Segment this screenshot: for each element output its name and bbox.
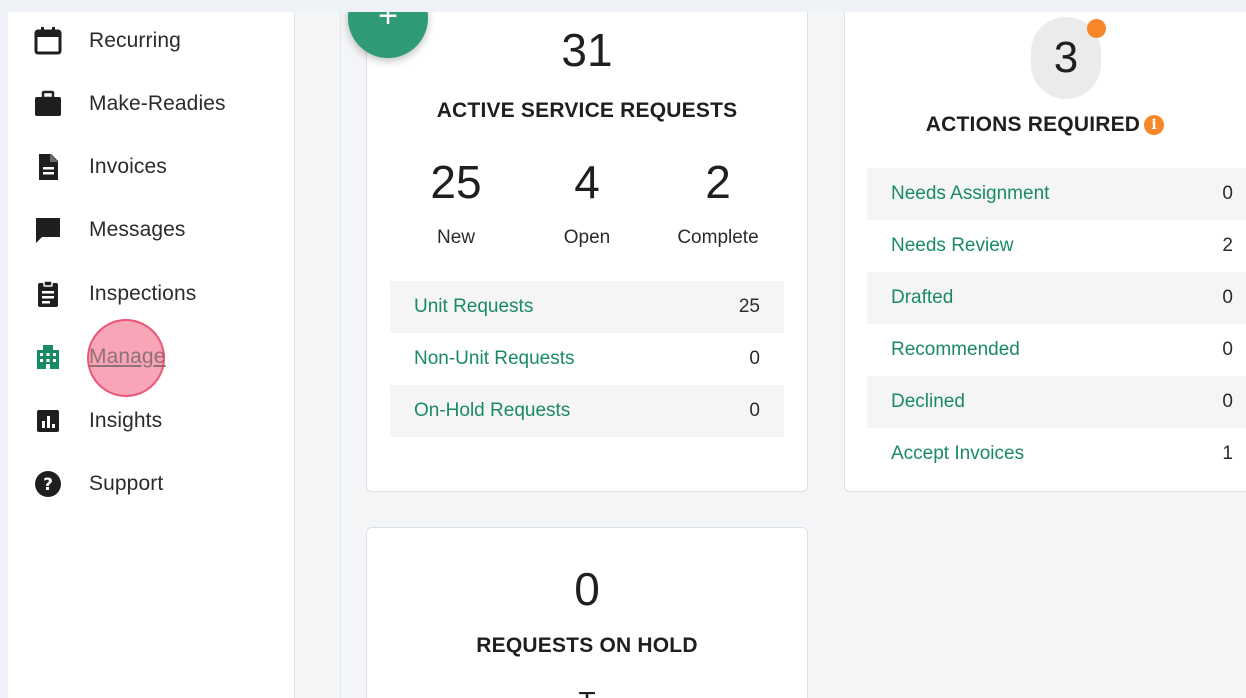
sidebar-item-messages[interactable]: Messages xyxy=(8,205,295,255)
bar-chart-icon xyxy=(32,405,64,437)
row-count: 0 xyxy=(1222,287,1233,308)
row-count: 0 xyxy=(1222,339,1233,360)
stat-value: 2 xyxy=(705,156,731,208)
row-count: 0 xyxy=(749,400,760,421)
row-link[interactable]: Recommended xyxy=(891,339,1020,361)
calendar-icon xyxy=(32,25,64,57)
stat-open[interactable]: 4 Open xyxy=(527,159,647,249)
row-non-unit-requests[interactable]: Non-Unit Requests 0 xyxy=(390,333,784,385)
content-gutter xyxy=(296,12,341,698)
sidebar-item-label: Insights xyxy=(89,409,163,432)
sidebar-item-make-readies[interactable]: Make-Readies xyxy=(8,79,295,129)
sidebar-item-invoices[interactable]: Invoices xyxy=(8,142,295,192)
row-link[interactable]: Declined xyxy=(891,391,965,413)
row-link[interactable]: Drafted xyxy=(891,287,953,309)
document-icon xyxy=(32,151,64,183)
sidebar-item-inspections[interactable]: Inspections xyxy=(8,269,295,319)
actions-required-card: 3 ACTIONS REQUIRED i Needs Assignment 0 N… xyxy=(844,12,1246,492)
row-link[interactable]: Accept Invoices xyxy=(891,443,1024,465)
sidebar-item-label: Inspections xyxy=(89,282,197,305)
on-hold-cut-off-text: T xyxy=(367,686,807,698)
row-count: 2 xyxy=(1222,235,1233,256)
sidebar-item-insights[interactable]: Insights xyxy=(8,396,295,446)
actions-count: 3 xyxy=(1053,33,1079,82)
building-icon xyxy=(32,341,64,373)
sidebar-item-label: Manage xyxy=(89,345,166,368)
row-drafted[interactable]: Drafted 0 xyxy=(867,272,1246,324)
row-count: 0 xyxy=(1222,391,1233,412)
row-needs-review[interactable]: Needs Review 2 xyxy=(867,220,1246,272)
sidebar-item-label: Make-Readies xyxy=(89,92,226,115)
row-link[interactable]: Needs Review xyxy=(891,235,1014,257)
stat-complete[interactable]: 2 Complete xyxy=(658,159,778,249)
info-icon[interactable]: i xyxy=(1144,115,1165,136)
notification-dot xyxy=(1087,19,1106,38)
sidebar-item-manage[interactable]: Manage xyxy=(8,332,295,382)
stat-label: Open xyxy=(563,227,611,248)
actions-required-title: ACTIONS REQUIRED i xyxy=(845,113,1246,137)
sidebar: Recurring Make-Readies Invoices Messages… xyxy=(8,12,295,698)
stat-label: New xyxy=(436,227,475,248)
active-requests-title: ACTIVE SERVICE REQUESTS xyxy=(436,99,738,122)
app-frame: Recurring Make-Readies Invoices Messages… xyxy=(8,12,1246,698)
briefcase-icon xyxy=(32,88,64,120)
requests-on-hold-card: 0 REQUESTS ON HOLD T xyxy=(366,527,808,698)
actions-title-text: ACTIONS REQUIRED xyxy=(925,113,1141,136)
on-hold-title: REQUESTS ON HOLD xyxy=(476,634,698,657)
clipboard-icon xyxy=(32,278,64,310)
stat-new[interactable]: 25 New xyxy=(396,159,516,249)
stat-label: Complete xyxy=(677,227,759,248)
svg-text:?: ? xyxy=(43,475,53,495)
row-accept-invoices[interactable]: Accept Invoices 1 xyxy=(867,428,1246,480)
stat-value: 25 xyxy=(430,156,482,208)
sidebar-item-label: Messages xyxy=(89,218,186,241)
sidebar-item-support[interactable]: ? Support xyxy=(8,459,295,509)
stat-value: 4 xyxy=(574,156,600,208)
row-link[interactable]: Needs Assignment xyxy=(891,183,1049,205)
plus-icon: + xyxy=(378,12,398,35)
row-on-hold-requests[interactable]: On-Hold Requests 0 xyxy=(390,385,784,437)
row-count: 25 xyxy=(738,296,760,317)
row-count: 0 xyxy=(749,348,760,369)
row-link[interactable]: Non-Unit Requests xyxy=(414,348,575,370)
active-requests-total: 31 xyxy=(561,24,613,76)
row-unit-requests[interactable]: Unit Requests 25 xyxy=(390,281,784,333)
sidebar-item-label: Recurring xyxy=(89,29,181,52)
row-recommended[interactable]: Recommended 0 xyxy=(867,324,1246,376)
row-link[interactable]: Unit Requests xyxy=(414,296,533,318)
sidebar-item-label: Invoices xyxy=(89,155,167,178)
active-service-requests-card: 31 ACTIVE SERVICE REQUESTS 25 New 4 Open… xyxy=(366,12,808,492)
sidebar-item-recurring[interactable]: Recurring xyxy=(8,16,295,66)
row-count: 1 xyxy=(1222,443,1233,464)
chat-bubble-icon xyxy=(32,214,64,246)
row-declined[interactable]: Declined 0 xyxy=(867,376,1246,428)
row-count: 0 xyxy=(1222,183,1233,204)
row-link[interactable]: On-Hold Requests xyxy=(414,400,570,422)
sidebar-item-label: Support xyxy=(89,472,164,495)
on-hold-total: 0 xyxy=(574,563,600,615)
help-circle-icon: ? xyxy=(32,468,64,500)
row-needs-assignment[interactable]: Needs Assignment 0 xyxy=(867,168,1246,220)
